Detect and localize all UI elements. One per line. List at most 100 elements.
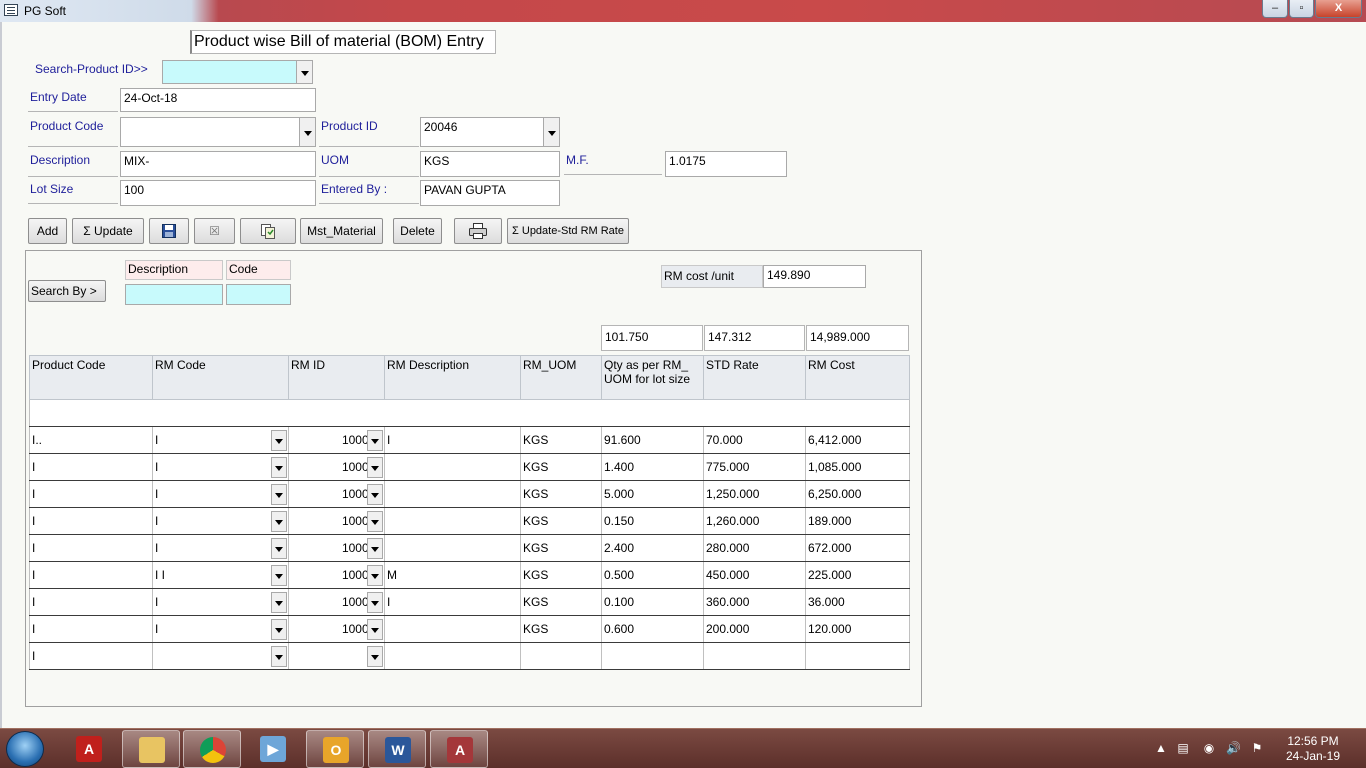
maximize-button[interactable]: ▫ (1289, 0, 1314, 18)
cell-qty[interactable]: 0.150 (601, 507, 704, 535)
chevron-down-icon[interactable] (271, 538, 287, 559)
cell-rm-id[interactable]: 100031 (288, 426, 385, 454)
chevron-down-icon[interactable] (271, 646, 287, 667)
copy-button[interactable] (240, 218, 296, 244)
taskbar-media[interactable]: ▶ (244, 730, 302, 768)
cell-rm-code[interactable]: I (152, 588, 289, 616)
chevron-down-icon[interactable] (367, 592, 383, 613)
cell-std-rate[interactable]: 70.000 (703, 426, 806, 454)
table-row[interactable]: I I 100033 KGS 1.400 775.000 1,085.000 (29, 453, 910, 481)
cell-rm-description[interactable] (384, 453, 521, 481)
cell-rm-uom[interactable] (520, 642, 602, 670)
chevron-down-icon[interactable] (299, 118, 315, 146)
minimize-button[interactable]: – (1262, 0, 1288, 18)
table-row[interactable]: I I I 100039 M KGS 0.500 450.000 225.000 (29, 561, 910, 589)
cell-rm-cost[interactable]: 120.000 (805, 615, 910, 643)
cell-rm-uom[interactable]: KGS (520, 615, 602, 643)
mst-material-button[interactable]: Mst_Material (300, 218, 383, 244)
cell-qty[interactable]: 0.100 (601, 588, 704, 616)
entered-by-field[interactable]: PAVAN GUPTA (420, 180, 560, 206)
cell-rm-uom[interactable]: KGS (520, 426, 602, 454)
chevron-down-icon[interactable] (367, 457, 383, 478)
cell-rm-cost[interactable] (805, 642, 910, 670)
chevron-down-icon[interactable] (367, 565, 383, 586)
cell-rm-id[interactable] (288, 642, 385, 670)
taskbar-word[interactable]: W (368, 730, 426, 768)
cell-product-code[interactable]: I (29, 561, 153, 589)
cell-rm-code[interactable]: I (152, 615, 289, 643)
cell-std-rate[interactable]: 775.000 (703, 453, 806, 481)
cell-rm-id[interactable]: 100048 (288, 480, 385, 508)
cell-rm-cost[interactable]: 36.000 (805, 588, 910, 616)
cell-qty[interactable]: 0.500 (601, 561, 704, 589)
cell-rm-description[interactable] (384, 642, 521, 670)
chevron-down-icon[interactable] (367, 538, 383, 559)
chevron-down-icon[interactable] (271, 592, 287, 613)
cell-rm-code[interactable]: I (152, 534, 289, 562)
cell-rm-uom[interactable]: KGS (520, 534, 602, 562)
table-row[interactable]: I I 100040 I KGS 0.100 360.000 36.000 (29, 588, 910, 616)
taskbar-acrobat[interactable]: A (60, 730, 118, 768)
volume-icon[interactable]: 🔊 (1226, 741, 1241, 755)
chevron-down-icon[interactable] (296, 61, 312, 83)
cell-std-rate[interactable]: 360.000 (703, 588, 806, 616)
show-hidden-icons-icon[interactable]: ▲ (1154, 741, 1168, 755)
cell-std-rate[interactable] (703, 642, 806, 670)
table-row[interactable]: I I 100037 KGS 0.150 1,260.000 189.000 (29, 507, 910, 535)
cell-product-code[interactable]: I (29, 588, 153, 616)
cell-rm-code[interactable]: I (152, 426, 289, 454)
cell-rm-description[interactable] (384, 507, 521, 535)
acrobat-tray-icon[interactable]: ◉ (1202, 741, 1216, 755)
entry-date-field[interactable]: 24-Oct-18 (120, 88, 316, 112)
taskbar-chrome[interactable] (183, 730, 241, 768)
cell-product-code[interactable]: I (29, 480, 153, 508)
cell-std-rate[interactable]: 280.000 (703, 534, 806, 562)
chevron-down-icon[interactable] (367, 430, 383, 451)
uom-field[interactable]: KGS (420, 151, 560, 177)
cell-rm-uom[interactable]: KGS (520, 561, 602, 589)
product-code-combo[interactable] (120, 117, 316, 147)
cell-rm-cost[interactable]: 1,085.000 (805, 453, 910, 481)
cell-rm-uom[interactable]: KGS (520, 480, 602, 508)
cell-product-code[interactable]: I (29, 507, 153, 535)
cell-product-code[interactable]: I (29, 615, 153, 643)
cell-product-code[interactable]: I (29, 534, 153, 562)
cell-product-code[interactable]: I (29, 642, 153, 670)
cell-rm-cost[interactable]: 672.000 (805, 534, 910, 562)
cell-qty[interactable]: 91.600 (601, 426, 704, 454)
table-row[interactable]: I.. I 100031 I KGS 91.600 70.000 6,412.000 (29, 426, 910, 454)
cell-rm-cost[interactable]: 225.000 (805, 561, 910, 589)
cell-rm-uom[interactable]: KGS (520, 507, 602, 535)
code-filter-input[interactable] (226, 284, 291, 305)
description-field[interactable]: MIX- (120, 151, 316, 177)
lot-size-field[interactable]: 100 (120, 180, 316, 206)
device-icon[interactable]: ▤ (1176, 741, 1190, 755)
chevron-down-icon[interactable] (271, 511, 287, 532)
chevron-down-icon[interactable] (271, 430, 287, 451)
cell-rm-uom[interactable]: KGS (520, 588, 602, 616)
product-id-combo[interactable]: 20046 (420, 117, 560, 147)
table-row[interactable]: I I 100041 KGS 0.600 200.000 120.000 (29, 615, 910, 643)
cell-rm-id[interactable]: 100037 (288, 507, 385, 535)
cell-product-code[interactable]: I.. (29, 426, 153, 454)
save-button[interactable] (149, 218, 189, 244)
taskbar-explorer[interactable] (122, 730, 180, 768)
cell-rm-description[interactable]: M (384, 561, 521, 589)
taskbar-access[interactable]: A (430, 730, 488, 768)
description-filter-input[interactable] (125, 284, 223, 305)
update-button[interactable]: Σ Update (72, 218, 144, 244)
search-by-button[interactable]: Search By > (28, 280, 106, 302)
chevron-down-icon[interactable] (367, 511, 383, 532)
cell-rm-id[interactable]: 100039 (288, 561, 385, 589)
cell-rm-cost[interactable]: 189.000 (805, 507, 910, 535)
cell-rm-id[interactable]: 100040 (288, 588, 385, 616)
cell-std-rate[interactable]: 1,250.000 (703, 480, 806, 508)
cell-qty[interactable] (601, 642, 704, 670)
chevron-down-icon[interactable] (271, 619, 287, 640)
chevron-down-icon[interactable] (543, 118, 559, 146)
cell-rm-description[interactable] (384, 615, 521, 643)
chevron-down-icon[interactable] (367, 484, 383, 505)
chevron-down-icon[interactable] (271, 565, 287, 586)
cell-rm-id[interactable]: 100033 (288, 453, 385, 481)
close-button[interactable]: X (1315, 0, 1362, 18)
